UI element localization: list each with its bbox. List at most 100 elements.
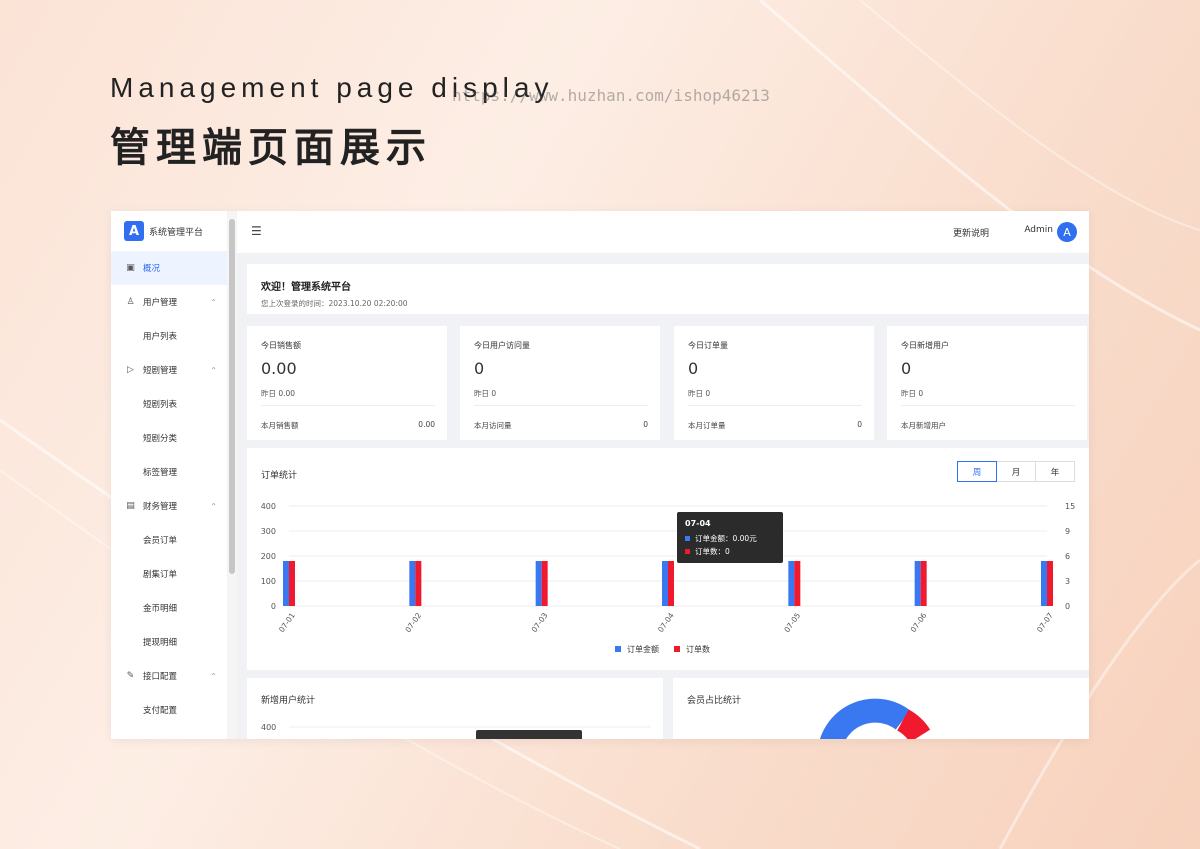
- y-left-tick-label: 300: [261, 527, 276, 536]
- new-users-card: 新增用户统计 400: [247, 678, 663, 739]
- sidebar-item-label: 支付配置: [143, 706, 178, 716]
- last-login-time: 您上次登录的时间：2023.10.20 02:20:00: [261, 299, 408, 308]
- watermark: https://www.huzhan.com/ishop46213: [452, 86, 770, 105]
- stat-month-label: 本月订单量: [688, 421, 726, 430]
- stat-month-row: 本月订单量 0: [688, 420, 862, 431]
- stat-yesterday: 昨日 0: [474, 389, 497, 398]
- sidebar-item[interactable]: ▷ 短剧管理 ⌃: [111, 353, 227, 387]
- bar-order-count: [920, 561, 927, 606]
- y-left-tick-label: 200: [261, 552, 276, 561]
- sidebar-item[interactable]: ▣ 概况: [111, 251, 227, 285]
- sidebar-item-label: 短剧列表: [143, 400, 178, 410]
- chevron-up-icon: ⌃: [210, 297, 217, 307]
- bar-order-count: [415, 561, 422, 606]
- stat-card: 今日订单量 0 昨日 0 本月订单量 0: [674, 326, 874, 440]
- stat-card: 今日销售额 0.00 昨日 0.00 本月销售额 0.00: [247, 326, 447, 440]
- stat-value: 0.00: [261, 359, 297, 378]
- bar-order-count: [541, 561, 548, 606]
- stat-yesterday: 昨日 0.00: [261, 389, 296, 398]
- stat-month-value: 0: [643, 420, 648, 429]
- stat-yesterday: 昨日 0: [688, 389, 711, 398]
- main-content: ☰ 更新说明 Admin A 欢迎！管理系统平台 您上次登录的时间：2023.1…: [237, 211, 1089, 739]
- sidebar-item[interactable]: 支付配置: [111, 693, 227, 727]
- member-ratio-card: 会员占比统计: [673, 678, 1089, 739]
- bar-order-amount: [283, 561, 289, 606]
- play-icon: ▷: [127, 365, 134, 375]
- divider: [688, 405, 862, 406]
- sidebar-item-label: 会员订单: [143, 536, 178, 546]
- topbar: ☰ 更新说明 Admin A: [237, 211, 1089, 253]
- y-right-tick-label: 3: [1065, 577, 1070, 586]
- stat-month-label: 本月销售额: [261, 421, 299, 430]
- logo-icon: A: [124, 221, 144, 241]
- api-icon: ✎: [126, 671, 135, 681]
- x-tick-label: 07-05: [782, 611, 802, 634]
- x-tick-label: 07-04: [656, 611, 676, 634]
- sidebar-item[interactable]: 金币明细: [111, 591, 227, 625]
- sidebar-item[interactable]: 短剧列表: [111, 387, 227, 421]
- sidebar-item[interactable]: 会员订单: [111, 523, 227, 557]
- stat-label: 今日用户访问量: [474, 341, 530, 350]
- sidebar-item[interactable]: ✎ 接口配置 ⌃: [111, 659, 227, 693]
- sidebar-item-label: 剧集订单: [143, 570, 178, 580]
- welcome-panel: 欢迎！管理系统平台 您上次登录的时间：2023.10.20 02:20:00: [247, 264, 1089, 314]
- update-notes-link[interactable]: 更新说明: [953, 226, 989, 239]
- welcome-title: 欢迎！管理系统平台: [261, 282, 351, 293]
- bar-order-amount: [788, 561, 795, 606]
- stat-month-row: 本月访问量 0: [474, 420, 648, 431]
- divider: [901, 405, 1075, 406]
- sidebar-item-label: 用户管理: [143, 298, 178, 308]
- legend-label-count: 订单数: [686, 644, 710, 654]
- x-tick-label: 07-01: [277, 611, 297, 634]
- x-tick-label: 07-06: [909, 611, 929, 634]
- bar-order-count: [289, 561, 295, 606]
- sidebar-item[interactable]: 短剧分类: [111, 421, 227, 455]
- chevron-up-icon: ⌃: [210, 365, 217, 375]
- y-left-tick-label: 0: [271, 602, 276, 611]
- user-name[interactable]: Admin: [1024, 225, 1053, 235]
- bar-order-amount: [914, 561, 921, 606]
- bar-order-amount: [409, 561, 416, 606]
- sidebar-item-label: 短剧管理: [143, 366, 178, 376]
- bar-order-amount: [1041, 561, 1047, 606]
- stat-month-value: 0: [857, 420, 862, 429]
- user-icon: ♙: [126, 297, 135, 307]
- legend-label-amount: 订单金额: [627, 644, 659, 654]
- sidebar-item[interactable]: ♙ 用户管理 ⌃: [111, 285, 227, 319]
- stat-month-row: 本月新增用户: [901, 420, 1075, 431]
- stat-value: 0: [901, 359, 912, 378]
- sidebar-item[interactable]: 剧集订单: [111, 557, 227, 591]
- sidebar-logo[interactable]: A 系统管理平台: [111, 211, 227, 251]
- period-week-button[interactable]: 周: [957, 461, 997, 482]
- stat-month-label: 本月新增用户: [901, 421, 946, 430]
- sidebar-item[interactable]: 提现明细: [111, 625, 227, 659]
- tooltip-box: [476, 730, 582, 739]
- sidebar-item[interactable]: 用户列表: [111, 319, 227, 353]
- dashboard-icon: ▣: [126, 263, 135, 273]
- sidebar-item-label: 概况: [143, 264, 161, 274]
- y-right-tick-label: 9: [1065, 527, 1070, 536]
- sidebar-item[interactable]: 标签管理: [111, 455, 227, 489]
- divider: [261, 405, 435, 406]
- legend-swatch-amount: [615, 646, 621, 652]
- y-right-tick-label: 6: [1065, 552, 1070, 561]
- bar-order-count: [668, 561, 674, 606]
- avatar[interactable]: A: [1057, 222, 1077, 242]
- stat-month-value: 0.00: [418, 420, 435, 429]
- admin-app-window: A 系统管理平台 ▣ 概况 ♙ 用户管理 ⌃ 用户列表 ▷ 短剧管理 ⌃ 短剧列表短剧分类 标签管理…: [111, 211, 1089, 739]
- stat-label: 今日新增用户: [901, 341, 949, 350]
- sidebar-item[interactable]: ▤ 财务管理 ⌃: [111, 489, 227, 523]
- tooltip-count: 订单数：0: [695, 546, 730, 556]
- member-ratio-chart: [820, 698, 931, 739]
- chevron-up-icon: ⌃: [210, 501, 217, 511]
- sidebar-item-label: 金币明细: [143, 604, 178, 614]
- stat-label: 今日销售额: [261, 341, 301, 350]
- tooltip-amount: 订单金额：0.00元: [695, 533, 757, 543]
- sidebar-scrollbar-thumb[interactable]: [229, 219, 235, 574]
- finance-icon: ▤: [126, 501, 135, 511]
- tooltip-swatch-count: [685, 549, 690, 554]
- sidebar-item-label: 财务管理: [143, 502, 178, 512]
- menu-fold-icon[interactable]: ☰: [251, 224, 262, 238]
- y-right-tick-label: 15: [1065, 502, 1075, 511]
- y-left-tick-label: 100: [261, 577, 276, 586]
